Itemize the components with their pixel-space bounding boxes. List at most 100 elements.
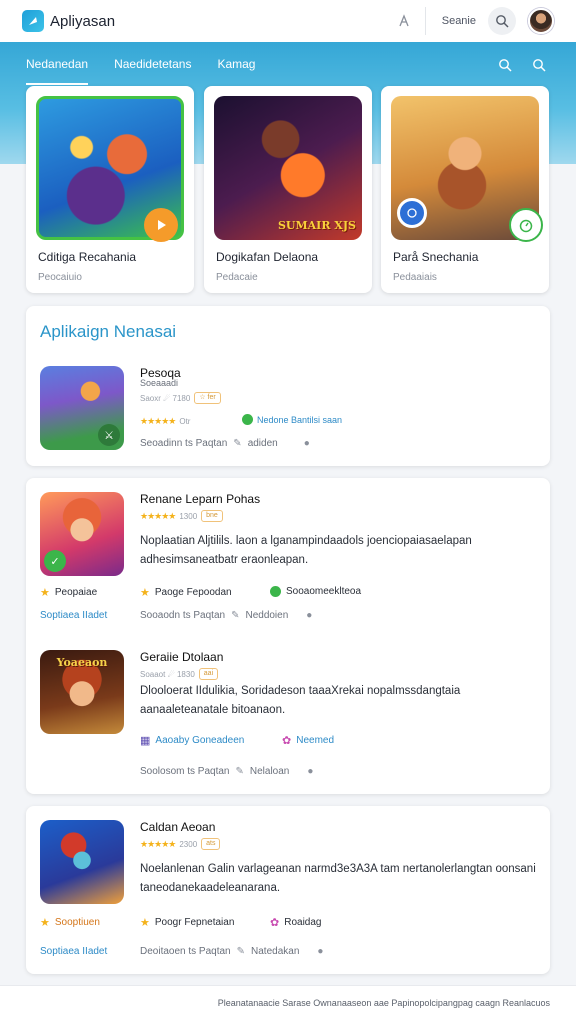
tab-nedanedan[interactable]: Nedanedan bbox=[26, 51, 89, 85]
app-list-card: Aplikaign Nenasai ⚔ Pesoqa Soeaaadi Saox… bbox=[26, 306, 550, 466]
item-footer: Seoadinn ts Paqtan ✎ adiden ● bbox=[140, 438, 310, 449]
list-item[interactable]: ✓ Renane Leparn Pohas ★★★★★ 1300 bne Nop… bbox=[40, 492, 536, 632]
footer-text: Seoadinn ts Paqtan bbox=[140, 438, 228, 449]
star-icon: ★ bbox=[140, 587, 150, 599]
rating-count: Otr bbox=[179, 417, 191, 426]
flower-icon: ✿ bbox=[270, 917, 280, 929]
app-thumbnail: Yoaeaon bbox=[40, 650, 124, 734]
featured-name: Cditiga Recahania bbox=[38, 250, 137, 264]
star-icon: ★ bbox=[140, 917, 150, 929]
flower-icon: ✿ bbox=[282, 735, 292, 747]
dot-icon: ● bbox=[317, 946, 324, 957]
item-chip[interactable]: ★ Poogr Fepnetaian bbox=[140, 916, 234, 929]
footer-action[interactable]: adiden bbox=[248, 438, 278, 449]
item-stars-line: ★★★★★ Otr bbox=[140, 416, 190, 427]
app-list-card: ✓ Renane Leparn Pohas ★★★★★ 1300 bne Nop… bbox=[26, 478, 550, 794]
nav-tabs: Nedanedan Naedidetetans Kamag bbox=[0, 42, 576, 86]
item-chip[interactable]: ✿ Roaidag bbox=[270, 916, 321, 929]
search-icon[interactable] bbox=[494, 54, 516, 76]
globe-icon bbox=[397, 198, 427, 228]
tab-kamag[interactable]: Kamag bbox=[217, 51, 255, 77]
item-title: Renane Leparn Pohas bbox=[140, 492, 261, 506]
list-item[interactable]: Caldan Aeoan ★★★★★ 2300 ats Noelanlenan … bbox=[40, 820, 536, 965]
item-chip[interactable]: Sooaomeeklteoa bbox=[270, 586, 361, 597]
item-chip[interactable]: ★ Sooptiuen bbox=[40, 916, 100, 929]
item-description: Dlooloerat IIdulikia, Soridadeson taaaXr… bbox=[140, 685, 461, 716]
leaf-icon bbox=[242, 414, 253, 425]
item-link[interactable]: Soptiaea IIadet bbox=[40, 610, 107, 621]
featured-card[interactable]: Cditiga Recahania Peocaiuio bbox=[26, 86, 194, 293]
list-item[interactable]: Yoaeaon Geraiie Dtolaan Soaaot ☄ 1830 aa… bbox=[40, 650, 536, 780]
featured-card[interactable]: Parå Snechania Pedaaiais bbox=[381, 86, 549, 293]
chip-label: Peopaiae bbox=[54, 587, 98, 598]
search-icon[interactable] bbox=[488, 7, 516, 35]
rating-pill: aai bbox=[198, 668, 219, 680]
check-icon: ✓ bbox=[44, 550, 66, 572]
footer-text: Sooaodn ts Paqtan bbox=[140, 610, 226, 621]
star-rating: ★★★★★ bbox=[140, 838, 176, 849]
item-stars-line: ★★★★★ 1300 bne bbox=[140, 510, 223, 522]
play-icon[interactable] bbox=[144, 208, 178, 242]
star-rating: ★★★★★ bbox=[140, 416, 176, 426]
sword-icon: ⚔ bbox=[98, 424, 120, 446]
font-icon[interactable] bbox=[393, 10, 415, 32]
star-rating: ★★★★★ bbox=[140, 510, 176, 521]
rating-text: Saoxr ☄ 7180 bbox=[140, 393, 191, 403]
item-chip[interactable]: ▦ Aaoaby Goneadeen bbox=[140, 734, 244, 747]
app-logo-icon[interactable] bbox=[22, 10, 44, 32]
item-chip[interactable]: ★ Peopaiae bbox=[40, 586, 97, 599]
edit-icon[interactable]: ✎ bbox=[236, 766, 244, 777]
star-icon: ★ bbox=[40, 587, 50, 599]
item-description: Noelanlenan Galin varlageanan narmd3e3A3… bbox=[140, 863, 536, 894]
edit-icon[interactable]: ✎ bbox=[237, 946, 245, 957]
rating-pill: ☆ fer bbox=[194, 392, 221, 404]
dot-icon: ● bbox=[307, 766, 314, 777]
featured-name: Parå Snechania bbox=[393, 250, 479, 264]
star-icon: ★ bbox=[40, 917, 50, 929]
list-item[interactable]: ⚔ Pesoqa Soeaaadi Saoxr ☄ 7180 ☆ fer ★★★… bbox=[40, 366, 536, 456]
footer-text: Deoitaoen ts Paqtan bbox=[140, 946, 231, 957]
featured-art: SUMAIR XJS bbox=[214, 96, 362, 240]
featured-sub: Peocaiuio bbox=[38, 272, 82, 283]
featured-card[interactable]: SUMAIR XJS Dogikafan Delaona Pedacaie bbox=[204, 86, 372, 293]
chip-label: Sooaomeeklteoa bbox=[286, 586, 362, 597]
item-chip[interactable]: ★ Paoge Fepoodan bbox=[140, 586, 232, 599]
featured-sub: Pedaaiais bbox=[393, 272, 437, 283]
search-alt-icon[interactable] bbox=[528, 54, 550, 76]
tab-naedidetetans[interactable]: Naedidetetans bbox=[114, 51, 191, 77]
leaf-icon bbox=[270, 586, 281, 597]
avatar[interactable] bbox=[528, 8, 554, 34]
thumb-title-text: Yoaeaon bbox=[56, 656, 108, 669]
footer-action[interactable]: Natedakan bbox=[251, 946, 299, 957]
dot-icon: ● bbox=[303, 438, 310, 449]
edit-icon[interactable]: ✎ bbox=[231, 610, 239, 621]
chip-label: Aaoaby Goneadeen bbox=[155, 735, 245, 746]
bottom-bar: Pleanatanaacie Sarase Ownanaaseon aae Pa… bbox=[0, 985, 576, 1024]
footer-action[interactable]: Nelaloan bbox=[250, 766, 289, 777]
footer-action[interactable]: Neddoien bbox=[245, 610, 288, 621]
item-rating-line: Soaaot ☄ 1830 aai bbox=[140, 668, 219, 680]
item-rating-line: Saoxr ☄ 7180 ☆ fer bbox=[140, 392, 221, 404]
footer-text: Soolosom ts Paqtan bbox=[140, 766, 230, 777]
item-link[interactable]: Nedone Bantilsi saan bbox=[242, 414, 342, 425]
app-title: Apliyasan bbox=[50, 12, 116, 30]
edit-icon[interactable]: ✎ bbox=[233, 438, 241, 449]
divider bbox=[424, 7, 426, 35]
top-bar: Apliyasan Seanie bbox=[0, 0, 576, 42]
item-link-label: Nedone Bantilsi saan bbox=[257, 414, 343, 425]
app-thumbnail: ⚔ bbox=[40, 366, 124, 450]
timer-icon[interactable] bbox=[509, 208, 543, 242]
rating-pill: bne bbox=[201, 510, 223, 522]
item-link[interactable]: Soptiaea IIadet bbox=[40, 946, 107, 957]
item-title: Caldan Aeoan bbox=[140, 820, 216, 834]
item-title: Geraiie Dtolaan bbox=[140, 650, 224, 664]
chip-label: Roaidag bbox=[284, 917, 322, 928]
app-list-card: Caldan Aeoan ★★★★★ 2300 ats Noelanlenan … bbox=[26, 806, 550, 974]
featured-name: Dogikafan Delaona bbox=[216, 250, 319, 264]
art-title-text: SUMAIR XJS bbox=[277, 219, 356, 232]
rating-count: 2300 bbox=[179, 839, 198, 849]
search-label[interactable]: Seanie bbox=[442, 15, 476, 27]
item-chip[interactable]: ✿ Neemed bbox=[282, 734, 334, 747]
app-thumbnail: ✓ bbox=[40, 492, 124, 576]
item-stars-line: ★★★★★ 2300 ats bbox=[140, 838, 221, 850]
